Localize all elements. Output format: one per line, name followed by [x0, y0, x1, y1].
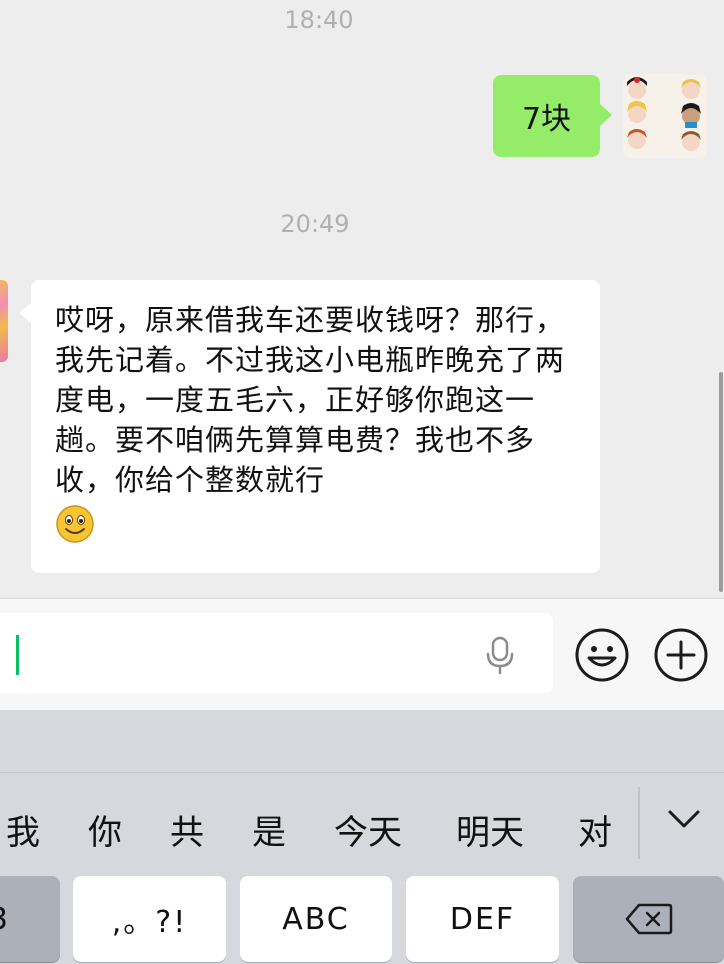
key-number[interactable]: 3	[0, 876, 60, 962]
message-input[interactable]	[0, 613, 553, 693]
backspace-icon	[625, 903, 672, 935]
smiley-face	[56, 505, 94, 543]
sent-message-bubble[interactable]: 7块	[493, 75, 612, 157]
candidate-bar: 我 你 共 是 今天 明天 对	[0, 772, 724, 876]
key-abc[interactable]: ABC	[240, 876, 392, 962]
text-caret	[16, 635, 19, 675]
candidate-word[interactable]: 你	[88, 805, 122, 854]
keyboard-keys: 3 ,。?! ABC DEF	[0, 876, 724, 964]
candidate-word[interactable]: 是	[252, 805, 286, 854]
key-punctuation[interactable]: ,。?!	[73, 876, 226, 962]
chevron-down-icon[interactable]	[667, 807, 701, 831]
keyboard-toolbar	[0, 710, 724, 772]
candidate-word[interactable]: 明天	[456, 805, 524, 854]
candidate-word[interactable]: 我	[6, 805, 40, 854]
candidate-word[interactable]: 今天	[334, 805, 402, 854]
my-avatar[interactable]	[623, 74, 707, 158]
candidate-word[interactable]: 共	[170, 805, 204, 854]
timestamp: 20:49	[280, 210, 350, 238]
key-def[interactable]: DEF	[406, 876, 559, 962]
microphone-icon[interactable]	[482, 635, 518, 675]
received-message-text: 哎呀，原来借我车还要收钱呀？那行，我先记着。不过我这小电瓶昨晚充了两度电，一度五…	[55, 303, 566, 497]
delete-key[interactable]	[573, 876, 724, 962]
scrollbar[interactable]	[719, 372, 723, 592]
contact-avatar[interactable]	[0, 280, 8, 362]
chat-area[interactable]: 18:40 7块 20:49 哎呀，原来借我车还要收钱呀？那行，我先记着。不过我…	[0, 0, 724, 598]
candidate-word[interactable]: 对	[578, 805, 612, 854]
emoji-icon[interactable]	[573, 626, 631, 684]
divider	[638, 787, 640, 859]
received-message-bubble[interactable]: 哎呀，原来借我车还要收钱呀？那行，我先记着。不过我这小电瓶昨晚充了两度电，一度五…	[19, 280, 600, 573]
plus-icon[interactable]	[652, 626, 710, 684]
input-bar	[0, 598, 724, 710]
timestamp: 18:40	[284, 6, 354, 34]
